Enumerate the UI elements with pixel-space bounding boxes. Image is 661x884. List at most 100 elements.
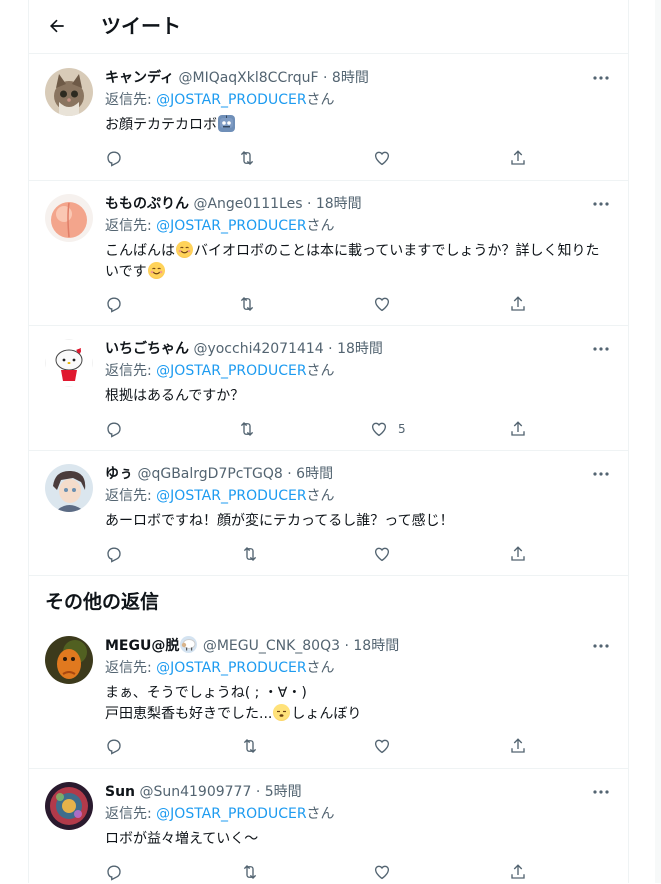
- user-handle[interactable]: @MIQaqXkl8CCrquF: [178, 70, 318, 86]
- share-icon: [511, 738, 525, 753]
- more-options-button[interactable]: [590, 68, 612, 88]
- more-icon: [593, 790, 609, 794]
- more-icon: [593, 347, 609, 351]
- mention-link[interactable]: @JOSTAR_PRODUCER: [156, 806, 306, 822]
- more-options-button[interactable]: [590, 636, 612, 656]
- reply-to-line: 返信先: @JOSTAR_PRODUCERさん: [105, 216, 613, 236]
- retweet-button[interactable]: [240, 734, 260, 758]
- action-bar: [105, 734, 545, 758]
- reply-icon: [107, 865, 121, 881]
- like-icon: [374, 739, 390, 754]
- like-button[interactable]: [373, 734, 401, 758]
- like-button[interactable]: [373, 146, 401, 170]
- smiling-face-emoji-icon: [176, 241, 193, 258]
- reply-to-prefix: 返信先:: [105, 363, 157, 379]
- retweet-button[interactable]: [237, 292, 257, 316]
- reply-button[interactable]: [105, 146, 123, 170]
- back-button[interactable]: [41, 10, 73, 42]
- user-handle[interactable]: @qGBalrgD7PcTGQ8: [137, 466, 282, 482]
- reply-to-prefix: 返信先:: [105, 92, 157, 108]
- reply-icon: [107, 739, 121, 755]
- reply-button[interactable]: [105, 417, 123, 441]
- reply-button[interactable]: [105, 292, 123, 316]
- more-options-button[interactable]: [590, 782, 612, 802]
- more-icon: [593, 202, 609, 206]
- like-button[interactable]: [373, 542, 401, 566]
- user-handle[interactable]: @Sun41909777: [139, 784, 251, 800]
- reply-icon: [107, 547, 121, 563]
- reply-icon: [107, 297, 121, 313]
- reply-tweet[interactable]: Sun @Sun41909777 · 5時間 返信先: @JOSTAR_PROD…: [29, 768, 628, 883]
- mention-link[interactable]: @JOSTAR_PRODUCER: [156, 218, 306, 234]
- like-button[interactable]: [373, 860, 401, 884]
- like-button[interactable]: 5: [370, 417, 406, 441]
- timeline-column: ツイート キャンディ @MIQaqXkl8CCrquF · 8時間 返信先: @…: [28, 0, 629, 883]
- mention-link[interactable]: @JOSTAR_PRODUCER: [156, 660, 306, 676]
- share-button[interactable]: [509, 734, 527, 758]
- display-name[interactable]: もものぷりん: [105, 196, 189, 212]
- mention-link[interactable]: @JOSTAR_PRODUCER: [156, 488, 306, 504]
- user-handle[interactable]: @MEGU_CNK_80Q3: [203, 638, 340, 654]
- reply-button[interactable]: [105, 860, 123, 884]
- display-name[interactable]: ゆぅ: [105, 466, 133, 482]
- tweet-time[interactable]: 18時間: [337, 341, 383, 357]
- display-name[interactable]: MEGU@脱: [105, 638, 179, 654]
- reply-tweet[interactable]: いちごちゃん @yocchi42071414 · 18時間 返信先: @JOST…: [29, 325, 628, 451]
- reply-to-suffix: さん: [306, 488, 335, 504]
- mention-link[interactable]: @JOSTAR_PRODUCER: [156, 92, 306, 108]
- user-handle[interactable]: @Ange0111Les: [193, 196, 302, 212]
- more-icon: [593, 472, 609, 476]
- more-options-button[interactable]: [590, 464, 612, 484]
- more-options-button[interactable]: [590, 194, 612, 214]
- reply-tweet[interactable]: MEGU@脱 @MEGU_CNK_80Q3 · 18時間 返信先: @JOSTA…: [29, 622, 628, 769]
- reply-tweet[interactable]: ゆぅ @qGBalrgD7PcTGQ8 · 6時間 返信先: @JOSTAR_P…: [29, 450, 628, 576]
- tweet-time[interactable]: 18時間: [353, 638, 399, 654]
- user-handle[interactable]: @yocchi42071414: [193, 341, 323, 357]
- like-icon: [374, 865, 390, 880]
- action-bar: [105, 146, 545, 170]
- share-icon: [511, 864, 525, 879]
- share-button[interactable]: [509, 146, 527, 170]
- avatar[interactable]: [45, 636, 93, 684]
- share-icon: [511, 546, 525, 561]
- tweet-text: あーロボですね！顔が変にテカってるし誰？って感じ！: [105, 513, 454, 529]
- avatar[interactable]: [45, 339, 93, 387]
- tweet-text-part: お顔テカテカロボ: [105, 117, 217, 133]
- retweet-button[interactable]: [237, 146, 257, 170]
- like-button[interactable]: [373, 292, 401, 316]
- more-options-button[interactable]: [590, 339, 612, 359]
- share-icon: [511, 296, 525, 311]
- avatar[interactable]: [45, 68, 93, 116]
- avatar[interactable]: [45, 194, 93, 242]
- reply-tweet[interactable]: もものぷりん @Ange0111Les · 18時間 返信先: @JOSTAR_…: [29, 180, 628, 326]
- like-icon: [374, 547, 390, 562]
- reply-tweet[interactable]: キャンディ @MIQaqXkl8CCrquF · 8時間 返信先: @JOSTA…: [29, 54, 628, 181]
- share-button[interactable]: [509, 860, 527, 884]
- retweet-button[interactable]: [237, 417, 257, 441]
- tweet-time[interactable]: 6時間: [296, 466, 333, 482]
- mention-link[interactable]: @JOSTAR_PRODUCER: [156, 363, 306, 379]
- tweet-time[interactable]: 5時間: [265, 784, 302, 800]
- share-button[interactable]: [509, 417, 527, 441]
- share-button[interactable]: [509, 542, 527, 566]
- reply-to-line: 返信先: @JOSTAR_PRODUCERさん: [105, 658, 613, 678]
- like-icon: [374, 297, 390, 312]
- retweet-button[interactable]: [240, 542, 260, 566]
- display-name[interactable]: Sun: [105, 784, 135, 800]
- tweet-time[interactable]: 18時間: [316, 196, 362, 212]
- display-name[interactable]: キャンディ: [105, 70, 174, 86]
- reply-to-suffix: さん: [306, 806, 335, 822]
- share-button[interactable]: [509, 292, 527, 316]
- tweet-time[interactable]: 8時間: [332, 70, 369, 86]
- reply-button[interactable]: [105, 734, 123, 758]
- avatar[interactable]: [45, 464, 93, 512]
- reply-to-line: 返信先: @JOSTAR_PRODUCERさん: [105, 361, 613, 381]
- reply-button[interactable]: [105, 542, 123, 566]
- retweet-icon: [240, 151, 254, 165]
- display-name[interactable]: いちごちゃん: [105, 341, 189, 357]
- like-count: 5: [398, 422, 406, 436]
- retweet-button[interactable]: [240, 860, 260, 884]
- page-header: ツイート: [29, 0, 628, 54]
- action-bar: 5: [105, 417, 545, 441]
- avatar[interactable]: [45, 782, 93, 830]
